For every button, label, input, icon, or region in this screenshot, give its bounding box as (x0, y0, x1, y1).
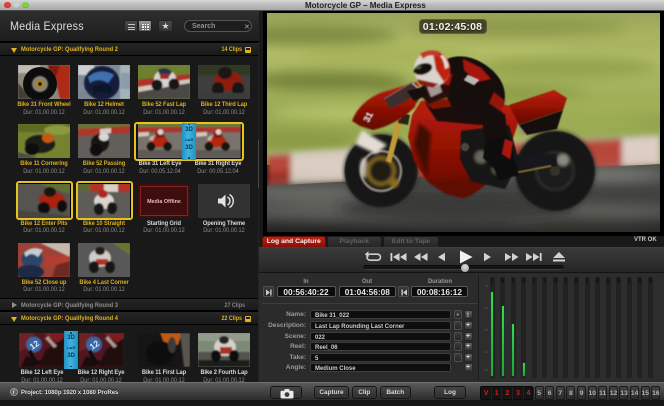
svg-text:Media Offline: Media Offline (147, 199, 181, 205)
